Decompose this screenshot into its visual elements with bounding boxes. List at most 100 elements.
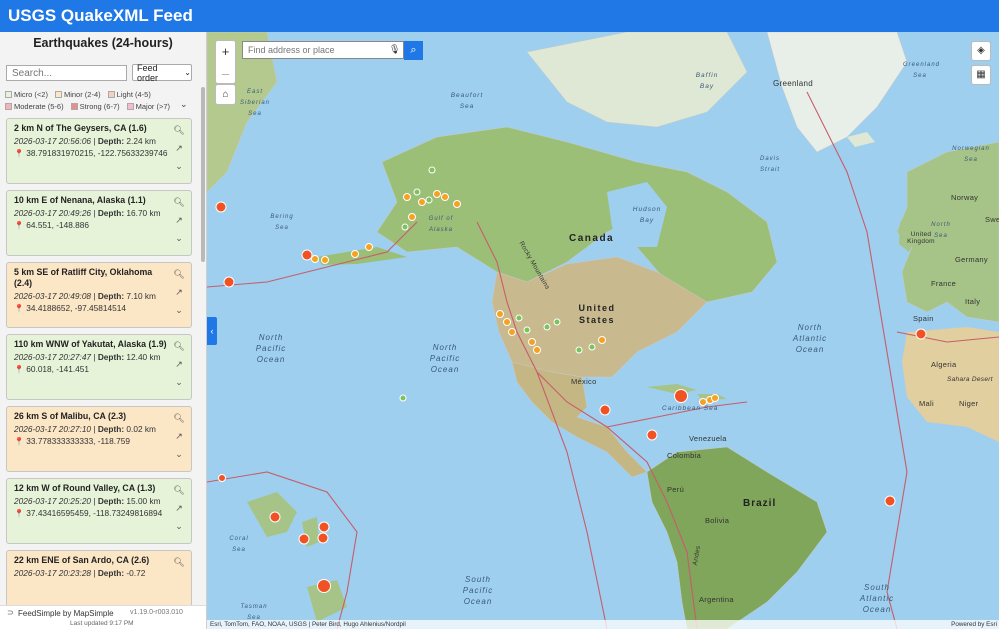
external-link-icon[interactable]: ↗ <box>175 358 183 376</box>
label-north-pacific-2: North Pacific Ocean <box>429 343 461 374</box>
qr-code-icon: ▦ <box>976 69 986 80</box>
powered-by-link[interactable]: Powered by Esri <box>951 620 997 629</box>
label-germany: Germany <box>955 255 988 264</box>
sidebar-footer: ⊃ FeedSimple by MapSimple v1.19.0-r003.0… <box>0 605 206 629</box>
quake-title: 22 km ENE of San Ardo, CA (2.6) <box>14 555 150 565</box>
label-north-atlantic: North Atlantic Ocean <box>792 323 828 354</box>
quake-card[interactable]: 10 km E of Nenana, Alaska (1.1) 2026-03-… <box>6 190 192 256</box>
quake-card[interactable]: 110 km WNW of Yakutat, Alaska (1.9) 2026… <box>6 334 192 400</box>
quake-time-depth: 2026-03-17 20:25:20 | Depth: 15.00 km <box>14 496 161 506</box>
chevron-down-icon[interactable]: ⌄ <box>175 304 183 322</box>
external-link-icon[interactable]: ↗ <box>175 286 183 304</box>
label-baffin-bay: Baffin Bay <box>695 72 719 90</box>
external-link-icon[interactable]: ↗ <box>175 214 183 232</box>
external-link-icon[interactable]: ↗ <box>175 142 183 160</box>
home-button[interactable]: ⌂ <box>215 84 236 105</box>
quake-title: 2 km N of The Geysers, CA (1.6) <box>14 123 147 133</box>
chevron-down-icon[interactable]: ⌄ <box>175 160 183 178</box>
map-view[interactable]: Greenland Canada United States México Ve… <box>207 32 999 629</box>
chevron-down-icon: ⌄ <box>184 68 191 77</box>
quake-coords: 📍 38.791831970215, -122.75633239746 <box>14 148 168 158</box>
search-input[interactable] <box>6 65 127 81</box>
label-peru: Perú <box>667 485 685 494</box>
quake-time-depth: 2026-03-17 20:56:06 | Depth: 2.24 km <box>14 136 156 146</box>
chevron-down-icon[interactable]: ⌄ <box>175 376 183 394</box>
zoom-to-icon[interactable]: 🔍︎ <box>173 412 184 430</box>
pin-icon: 📍 <box>14 437 24 446</box>
quake-title: 110 km WNW of Yakutat, Alaska (1.9) <box>14 339 167 349</box>
legend-item: Light (4-5) <box>107 90 151 99</box>
zoom-to-icon[interactable]: 🔍︎ <box>173 556 184 574</box>
sidebar-scrollbar[interactable] <box>201 87 205 262</box>
zoom-to-icon[interactable]: 🔍︎ <box>173 124 184 142</box>
zoom-to-icon[interactable]: 🔍︎ <box>173 340 184 358</box>
quake-coords: 📍 34.4188652, -97.45814514 <box>14 303 126 313</box>
label-argentina: Argentina <box>699 595 734 604</box>
map-search-input[interactable] <box>242 41 404 59</box>
label-niger: Niger <box>959 399 979 408</box>
last-updated: Last updated 9:17 PM <box>70 620 134 627</box>
quake-card[interactable]: 2 km N of The Geysers, CA (1.6) 2026-03-… <box>6 118 192 184</box>
zoom-to-icon[interactable]: 🔍︎ <box>173 484 184 502</box>
qr-button[interactable]: ▦ <box>971 65 991 85</box>
pin-icon: 📍 <box>14 304 24 313</box>
label-norwegian-sea: Norwegian Sea <box>952 146 990 163</box>
quake-coords: 📍 33.778333333333, -118.759 <box>14 436 130 446</box>
zoom-in-button[interactable]: + <box>216 41 235 63</box>
rss-icon: ⊃ <box>7 608 14 617</box>
zoom-to-icon[interactable]: 🔍︎ <box>173 196 184 214</box>
label-sahara: Sahara Desert <box>947 376 993 383</box>
label-canada: Canada <box>569 233 615 244</box>
top-bar: USGS QuakeXML Feed <box>0 0 999 32</box>
quake-title: 12 km W of Round Valley, CA (1.3) <box>14 483 156 493</box>
quake-card[interactable]: 5 km SE of Ratliff City, Oklahoma (2.4) … <box>6 262 192 328</box>
order-dropdown[interactable]: Feed order ⌄ <box>132 63 192 83</box>
quake-time-depth: 2026-03-17 20:23:28 | Depth: -0.72 <box>14 568 146 578</box>
label-mali: Mali <box>919 399 934 408</box>
chevron-down-icon[interactable]: ⌄ <box>175 520 183 538</box>
sidebar-title: Earthquakes (24-hours) <box>33 36 173 50</box>
app-title: USGS QuakeXML Feed <box>8 6 193 25</box>
chevron-down-icon[interactable]: ⌄ <box>175 232 183 250</box>
label-italy: Italy <box>965 297 981 306</box>
label-brazil: Brazil <box>743 498 777 509</box>
legend-item: Minor (2-4) <box>54 90 101 99</box>
chevron-down-icon[interactable]: ⌄ <box>175 448 183 466</box>
label-norway: Norway <box>951 193 979 202</box>
external-link-icon[interactable]: ↗ <box>175 502 183 520</box>
label-spain: Spain <box>913 314 934 323</box>
collapse-sidebar-button[interactable]: ‹ <box>207 317 217 345</box>
sidebar: Earthquakes (24-hours) Feed order ⌄ Micr… <box>0 32 207 629</box>
quake-coords: 📍 60.018, -141.451 <box>14 364 90 374</box>
label-greenland-sea: Greenland Sea <box>903 62 941 79</box>
zoom-out-button[interactable]: – <box>216 63 235 85</box>
microphone-icon[interactable]: 🎙︎ <box>389 44 400 55</box>
map-search-button[interactable]: ⌕ <box>404 41 423 60</box>
pin-icon: 📍 <box>14 509 24 518</box>
quake-coords: 📍 37.43416595459, -118.73249816894 <box>14 508 163 518</box>
legend-chevron-icon[interactable]: ⌄ <box>180 99 188 110</box>
label-south-pacific: South Pacific Ocean <box>462 575 494 606</box>
label-coral-sea: Coral Sea <box>229 536 249 553</box>
label-mexico: México <box>571 377 597 386</box>
legend-item: Micro (<2) <box>5 90 48 99</box>
quake-title: 26 km S of Malibu, CA (2.3) <box>14 411 127 421</box>
label-caribbean: Caribbean Sea <box>662 405 719 412</box>
quake-coords: 📍 64.551, -148.886 <box>14 220 90 230</box>
pin-icon: 📍 <box>14 365 24 374</box>
label-east-siberian-sea: East Siberian Sea <box>239 89 270 117</box>
label-davis-strait: Davis Strait <box>759 156 780 173</box>
external-link-icon[interactable]: ↗ <box>175 430 183 448</box>
label-colombia: Colombia <box>667 451 702 460</box>
zoom-to-icon[interactable]: 🔍︎ <box>173 268 184 286</box>
attribution-text: Esri, TomTom, FAO, NOAA, USGS | Peter Bi… <box>210 621 406 628</box>
quake-card[interactable]: 26 km S of Malibu, CA (2.3) 2026-03-17 2… <box>6 406 192 472</box>
label-france: France <box>931 279 957 288</box>
layers-button[interactable]: ◈ <box>971 41 991 61</box>
label-united-states: United States <box>578 303 616 325</box>
search-icon: ⌕ <box>410 44 417 56</box>
brand-link[interactable]: FeedSimple by MapSimple <box>18 609 114 618</box>
label-bering-sea: Bering Sea <box>270 214 294 231</box>
quake-card[interactable]: 12 km W of Round Valley, CA (1.3) 2026-0… <box>6 478 192 544</box>
magnitude-legend: Micro (<2) Minor (2-4) Light (4-5) Moder… <box>5 90 190 114</box>
